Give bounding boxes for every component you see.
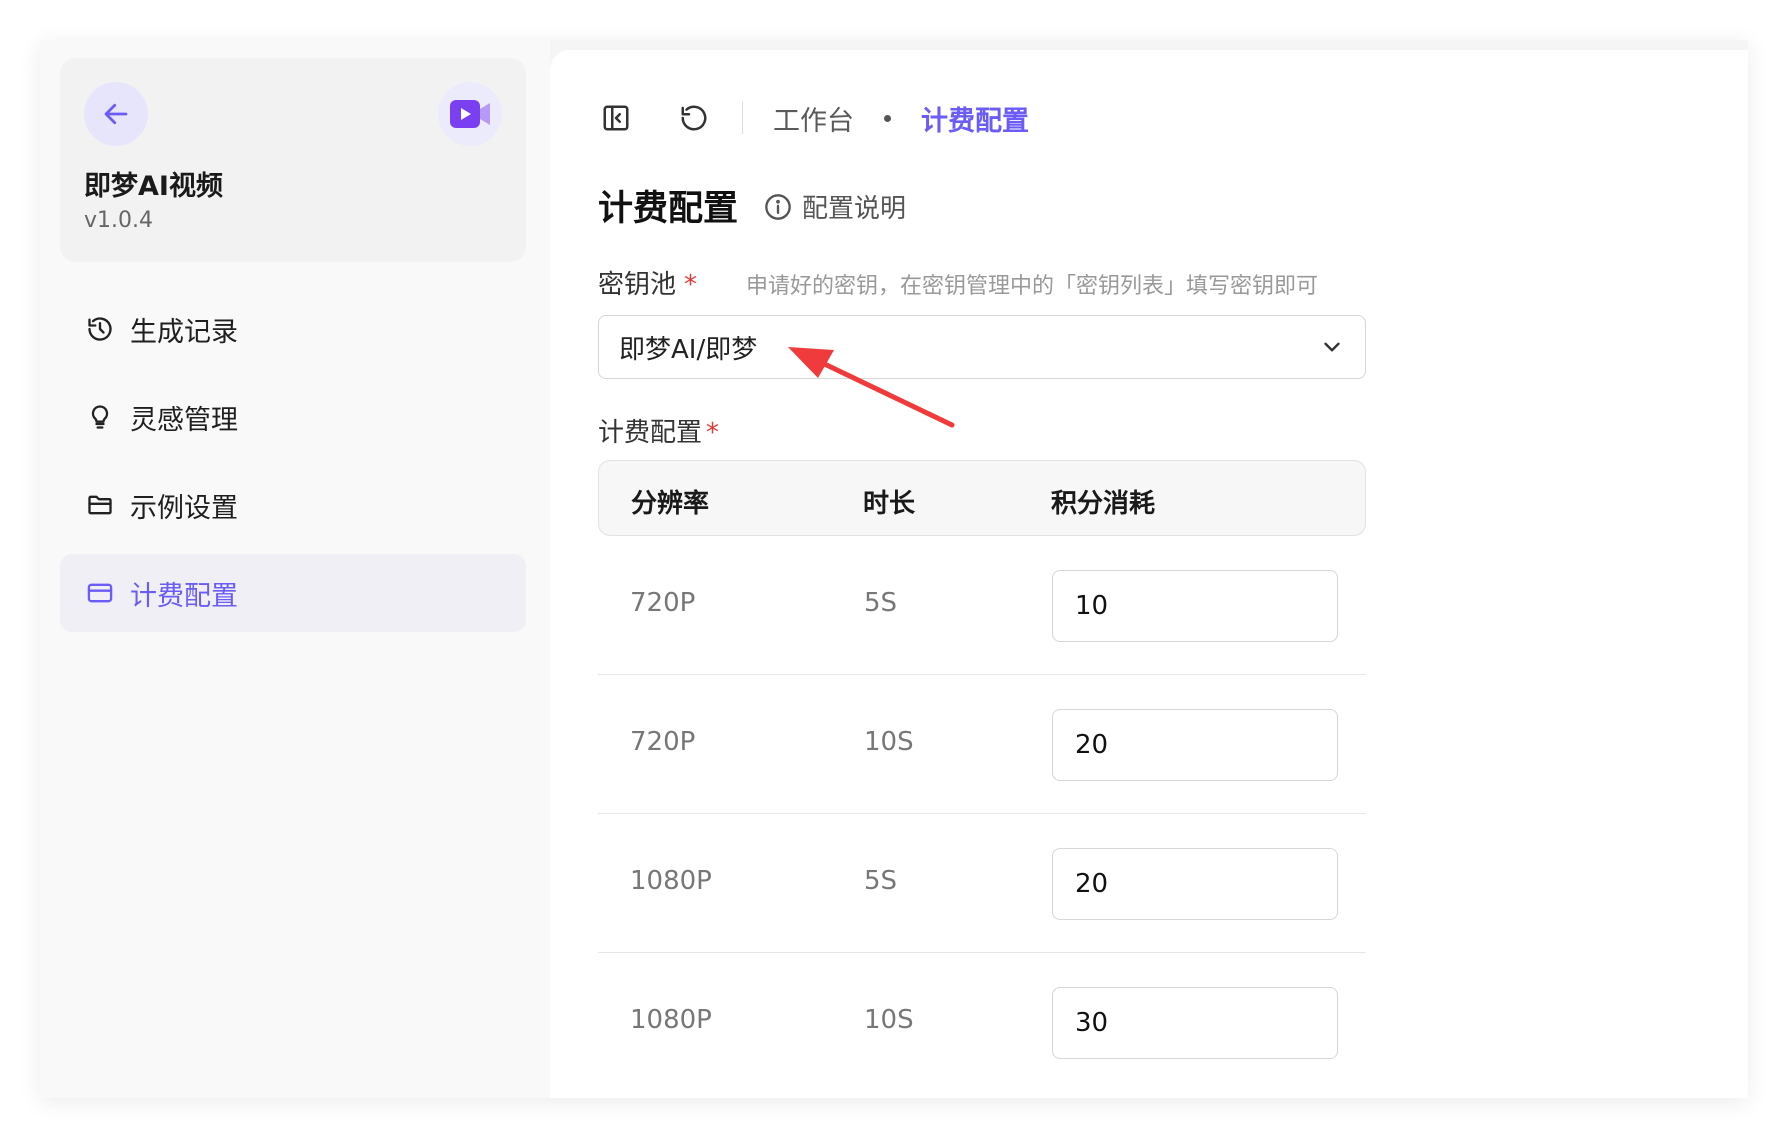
- refresh-icon[interactable]: [676, 100, 712, 136]
- column-header-cost: 积分消耗: [1051, 489, 1156, 519]
- app-name: 即梦AI视频: [84, 171, 223, 202]
- billing-table-body: 720P 5S 720P 10S 1080P 5S 1080P 10S: [598, 536, 1366, 1092]
- breadcrumb-root[interactable]: 工作台: [773, 99, 854, 138]
- chevron-down-icon: [1324, 342, 1340, 352]
- key-pool-select[interactable]: 即梦AI/即梦: [598, 315, 1366, 379]
- sidebar-item-label: 计费配置: [130, 580, 238, 612]
- cell-resolution: 720P: [630, 588, 696, 618]
- sidebar-item-label: 生成记录: [130, 316, 238, 348]
- cost-input[interactable]: [1052, 987, 1338, 1059]
- main-panel: 工作台 计费配置 计费配置 配置说明 密钥池 * 申请好的密钥，在密钥管理中的「密…: [550, 50, 1748, 1098]
- sidebar-item-label: 灵感管理: [130, 404, 238, 436]
- folder-icon: [84, 489, 116, 521]
- lightbulb-icon: [84, 401, 116, 433]
- app-window: 即梦AI视频 v1.0.4 生成记录 灵感管理 示例设置 计费配置 工作台 计费…: [40, 40, 1748, 1098]
- key-pool-label-text: 密钥池: [598, 270, 677, 300]
- app-logo: [438, 82, 502, 146]
- breadcrumb-separator: [884, 114, 891, 122]
- billing-label-text: 计费配置: [598, 418, 703, 448]
- column-header-resolution: 分辨率: [631, 489, 710, 519]
- required-mark: *: [684, 270, 698, 300]
- info-icon: [765, 193, 791, 220]
- sidebar-item-inspiration[interactable]: 灵感管理: [60, 378, 526, 456]
- arrow-left-icon: [104, 103, 128, 125]
- video-camera-icon: [450, 100, 490, 128]
- page-title: 计费配置: [598, 189, 739, 229]
- table-row: 720P 10S: [598, 675, 1366, 814]
- breadcrumb-current: 计费配置: [921, 105, 1029, 137]
- history-icon: [84, 313, 116, 345]
- cell-resolution: 1080P: [630, 1005, 712, 1035]
- app-version: v1.0.4: [84, 208, 153, 233]
- toolbar-divider: [742, 102, 743, 134]
- sidebar-item-examples[interactable]: 示例设置: [60, 466, 526, 544]
- table-row: 1080P 10S: [598, 953, 1366, 1092]
- app-card: 即梦AI视频 v1.0.4: [60, 58, 526, 262]
- cell-duration: 5S: [864, 866, 898, 896]
- collapse-sidebar-icon[interactable]: [598, 100, 634, 136]
- cost-input[interactable]: [1052, 848, 1338, 920]
- billing-label: 计费配置 *: [598, 412, 719, 449]
- back-button[interactable]: [84, 82, 148, 146]
- table-row: 1080P 5S: [598, 814, 1366, 953]
- cell-duration: 10S: [864, 727, 914, 757]
- sidebar: 即梦AI视频 v1.0.4 生成记录 灵感管理 示例设置 计费配置: [40, 40, 550, 1098]
- sidebar-item-billing[interactable]: 计费配置: [60, 554, 526, 632]
- help-link[interactable]: 配置说明: [764, 188, 906, 225]
- sidebar-item-label: 示例设置: [130, 492, 238, 524]
- cell-resolution: 720P: [630, 727, 696, 757]
- cost-input[interactable]: [1052, 709, 1338, 781]
- billing-table-header: 分辨率 时长 积分消耗: [598, 460, 1366, 536]
- card-icon: [84, 577, 116, 609]
- sidebar-item-generation-records[interactable]: 生成记录: [60, 290, 526, 368]
- key-pool-selected-value: 即梦AI/即梦: [619, 334, 758, 365]
- cell-resolution: 1080P: [630, 866, 712, 896]
- key-pool-label: 密钥池 *: [598, 264, 697, 301]
- topbar: 工作台 计费配置: [598, 94, 1029, 142]
- help-link-label: 配置说明: [802, 194, 907, 224]
- sidebar-nav: 生成记录 灵感管理 示例设置 计费配置: [60, 290, 526, 642]
- key-pool-hint: 申请好的密钥，在密钥管理中的「密钥列表」填写密钥即可: [746, 274, 1319, 299]
- required-mark: *: [706, 418, 720, 448]
- table-row: 720P 5S: [598, 536, 1366, 675]
- column-header-duration: 时长: [863, 489, 916, 519]
- cell-duration: 10S: [864, 1005, 914, 1035]
- cost-input[interactable]: [1052, 570, 1338, 642]
- cell-duration: 5S: [864, 588, 898, 618]
